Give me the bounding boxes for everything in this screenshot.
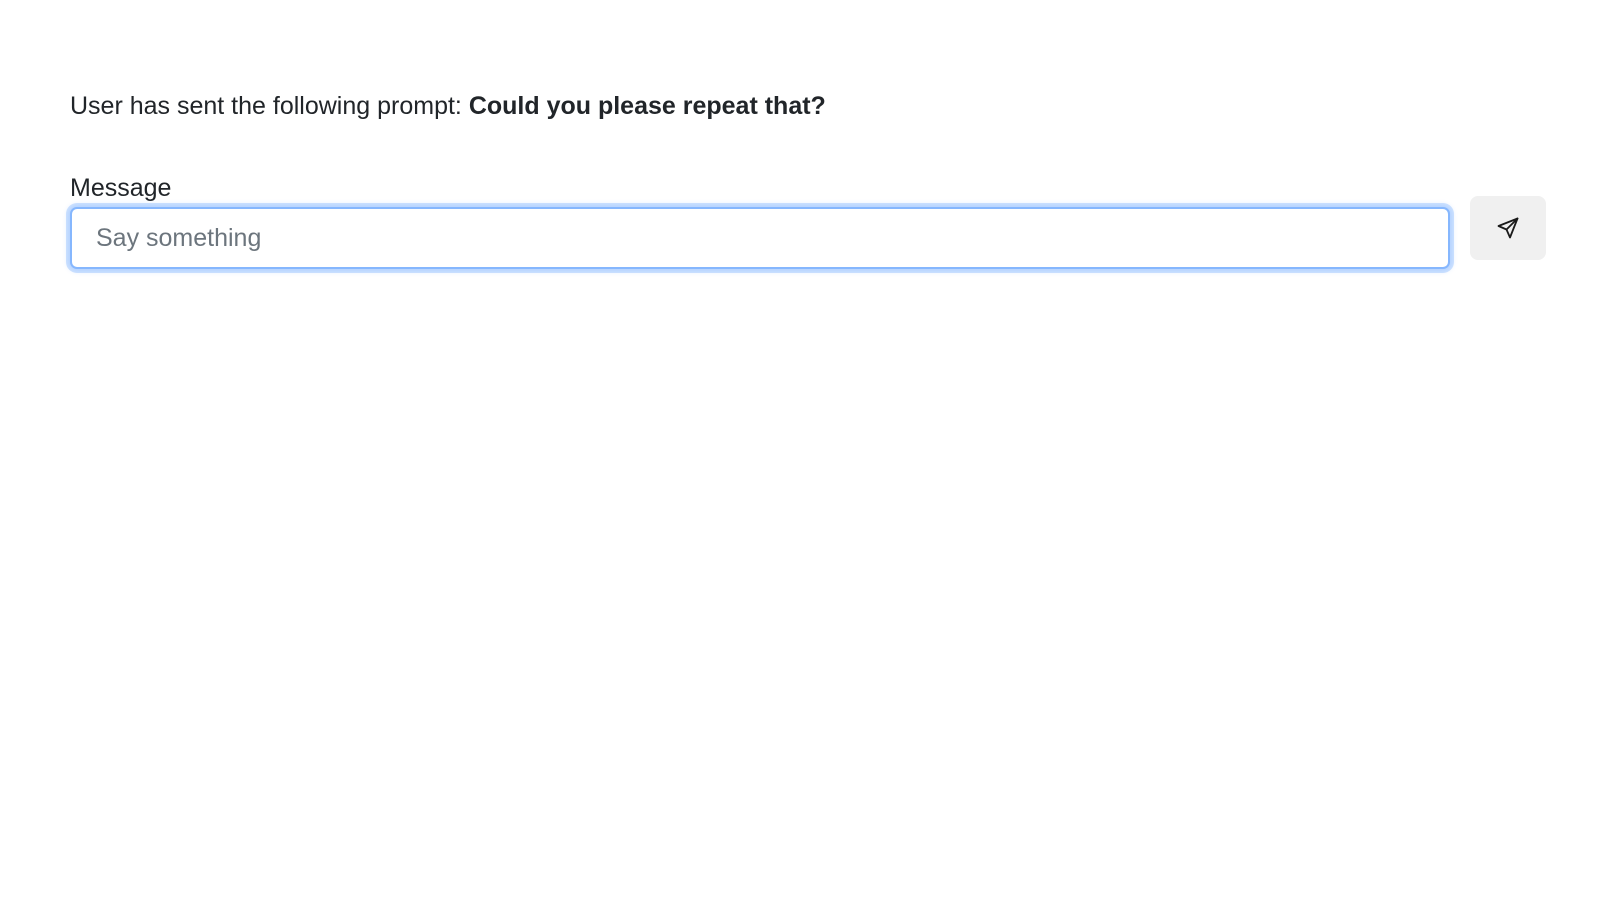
prompt-text: Could you please repeat that? (468, 92, 826, 120)
message-label: Message (70, 174, 172, 202)
prompt-prefix: User has sent the following prompt: (70, 92, 469, 120)
send-button[interactable] (1470, 196, 1546, 260)
send-icon (1497, 217, 1519, 239)
message-input[interactable] (70, 207, 1450, 269)
page: User has sent the following prompt: Coul… (0, 0, 1600, 900)
prompt-line: User has sent the following prompt: Coul… (70, 88, 826, 124)
